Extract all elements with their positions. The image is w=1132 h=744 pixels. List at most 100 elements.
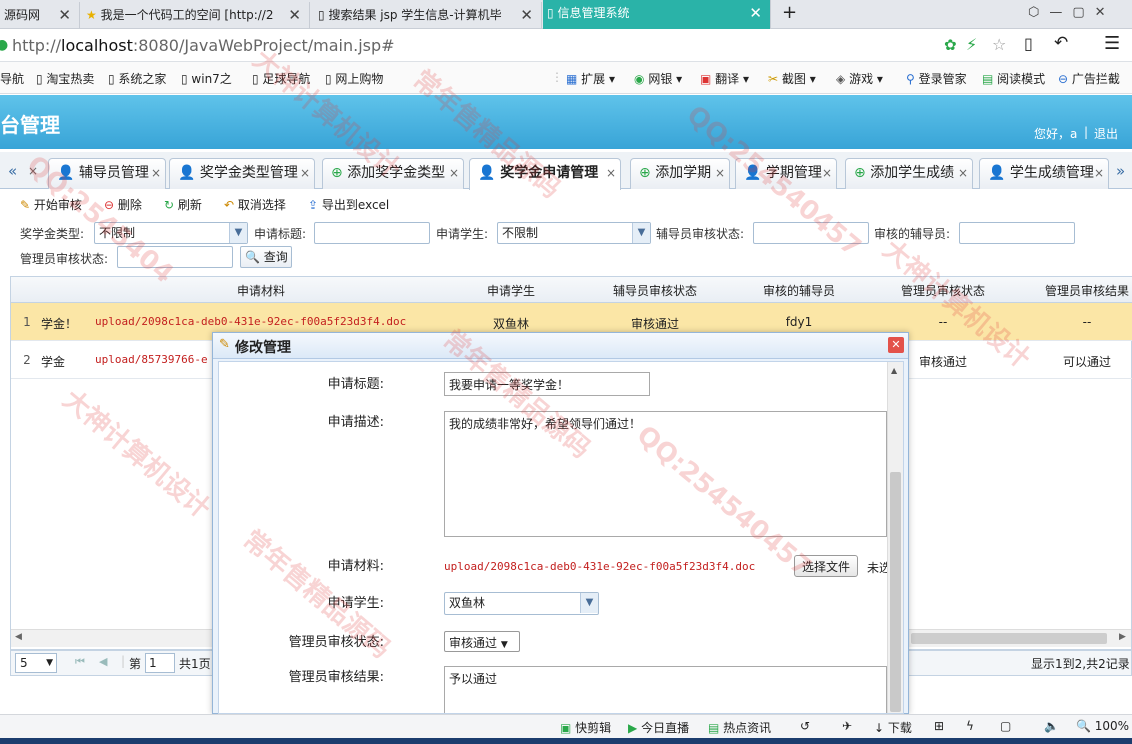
logout-link[interactable]: 退出 xyxy=(1094,125,1118,142)
scroll-right-icon: ▶ xyxy=(1119,632,1126,642)
bookmark-item[interactable]: ▯ 淘宝热卖 xyxy=(36,70,94,87)
refresh-button[interactable]: ↻ 刷新 xyxy=(164,196,202,213)
apply-file-link[interactable]: upload/2098c1ca-deb0-431e-92ec-f00a5f23d… xyxy=(444,560,755,573)
browser-tab-active[interactable]: ▯ 信息管理系统 ✕ xyxy=(543,0,771,29)
menu-icon[interactable]: ☰ xyxy=(1104,33,1120,54)
bookmark-tool[interactable]: ▦ 扩展 ▾ xyxy=(566,70,615,87)
bookmark-item[interactable]: ▯ 系统之家 xyxy=(108,70,166,87)
search-counselor-status-input[interactable] xyxy=(753,222,869,244)
tab-add-student-score[interactable]: ⊕ 添加学生成绩 × xyxy=(845,158,973,189)
close-icon[interactable]: ✕ xyxy=(888,337,904,353)
close-icon[interactable]: × xyxy=(715,159,725,188)
status-item[interactable]: ↓ 下载 xyxy=(874,719,912,736)
lightning-icon[interactable]: ⚡ xyxy=(966,35,977,54)
browser-tab[interactable]: ★ 我是一个代码工的空间 [http://2 ✕ xyxy=(82,2,310,29)
url-input[interactable]: http://localhost:8080/JavaWebProject/mai… xyxy=(12,36,395,55)
block-icon: ⊖ xyxy=(1058,72,1069,86)
apply-desc-textarea[interactable]: 我的成绩非常好，希望领导们通过！ xyxy=(444,411,887,537)
page-icon: ▯ xyxy=(547,6,554,20)
undo-icon[interactable]: ↶ xyxy=(1054,33,1068,53)
scroll-left-icon[interactable]: « xyxy=(8,162,17,180)
cancel-select-button[interactable]: ↶ 取消选择 xyxy=(224,196,286,213)
window-controls[interactable]: ⬡—▢✕ xyxy=(1028,5,1116,20)
column-header[interactable]: 管理员审核状态 xyxy=(871,282,1015,299)
search-title-input[interactable] xyxy=(314,222,430,244)
search-type-select[interactable]: 不限制 ▼ xyxy=(94,222,248,244)
status-item[interactable]: ▣ 快剪辑 xyxy=(560,719,611,736)
tab-semester-manage[interactable]: 👤 学期管理 × xyxy=(735,158,837,189)
prev-page-icon[interactable]: ◀ xyxy=(99,655,107,668)
page-number-input[interactable]: 1 xyxy=(145,653,175,673)
status-item[interactable]: ▤ 热点资讯 xyxy=(708,719,771,736)
dialog-scrollbar[interactable]: ▲ xyxy=(887,362,903,713)
close-icon[interactable]: × xyxy=(28,164,38,178)
bookmark-tool[interactable]: ◉ 网银 ▾ xyxy=(634,70,682,87)
column-header[interactable]: 辅导员审核状态 xyxy=(583,282,727,299)
bookmark-tool[interactable]: ▣ 翻译 ▾ xyxy=(700,70,749,87)
tab-add-scholarship-type[interactable]: ⊕ 添加奖学金类型 × xyxy=(322,158,464,189)
bookmark-tool[interactable]: ✂ 截图 ▾ xyxy=(768,70,816,87)
star-icon[interactable]: ☆ xyxy=(992,35,1006,54)
window-icon[interactable]: ▢ xyxy=(1000,719,1011,733)
bookmark-tool[interactable]: ⚲ 登录管家 xyxy=(906,70,967,87)
search-counselor-input[interactable] xyxy=(959,222,1075,244)
bookmark-tool[interactable]: ◈ 游戏 ▾ xyxy=(836,70,883,87)
zoom-level[interactable]: 🔍 100% xyxy=(1076,719,1129,733)
bookmark-item[interactable]: ▯ win7之 xyxy=(181,70,232,87)
scroll-right-icon[interactable]: » xyxy=(1116,162,1125,180)
tab-add-semester[interactable]: ⊕ 添加学期 × xyxy=(630,158,730,189)
close-icon[interactable]: ✕ xyxy=(288,2,301,28)
choose-file-button[interactable]: 选择文件 xyxy=(794,555,859,577)
more-icon[interactable]: ⋮ xyxy=(551,70,563,84)
tab-scholarship-apply-manage[interactable]: 👤 奖学金申请管理 × xyxy=(469,158,621,190)
layout-icon[interactable]: ⊞ xyxy=(934,719,944,733)
bookmark-tool[interactable]: ⊖ 广告拦截 xyxy=(1058,70,1120,87)
page-size-select[interactable]: 5 ▼ xyxy=(15,653,57,673)
bookmark-item[interactable]: ▯ 网上购物 xyxy=(325,70,383,87)
close-icon[interactable]: ✕ xyxy=(520,2,533,28)
query-button[interactable]: 🔍 查询 xyxy=(240,246,292,268)
cell-file-link[interactable]: upload/85739766-e xyxy=(95,353,215,366)
start-review-button[interactable]: ✎ 开始审核 xyxy=(20,196,82,213)
close-icon[interactable]: × xyxy=(1094,159,1104,188)
first-page-icon[interactable]: ⏮ xyxy=(75,655,85,669)
column-header[interactable]: 申请学生 xyxy=(439,282,583,299)
speed-icon[interactable]: ϟ xyxy=(966,719,974,733)
phone-icon[interactable]: ▯ xyxy=(1024,34,1033,53)
column-header[interactable]: 管理员审核结果 xyxy=(1015,282,1132,299)
admin-status-select[interactable]: 审核通过 ▼ xyxy=(444,631,520,652)
browser-tab[interactable]: ▯ 搜索结果 jsp 学生信息-计算机毕 ✕ xyxy=(314,2,542,29)
bookmark-item[interactable]: ▯ 足球导航 xyxy=(252,70,310,87)
gamepad-icon: ◈ xyxy=(836,72,846,86)
close-icon[interactable]: × xyxy=(606,159,616,188)
delete-button[interactable]: ⊖ 删除 xyxy=(104,196,142,213)
close-icon[interactable]: × xyxy=(958,159,968,188)
bookmark-tool[interactable]: ▤ 阅读模式 xyxy=(982,70,1045,87)
cell-file-link[interactable]: upload/2098c1ca-deb0-431e-92ec-f00a5f23d… xyxy=(95,315,435,328)
volume-icon[interactable]: 🔈 xyxy=(1044,719,1059,733)
column-header[interactable]: 审核的辅导员 xyxy=(727,282,871,299)
search-admin-status-input[interactable] xyxy=(117,246,233,268)
close-icon[interactable]: ✕ xyxy=(58,2,71,28)
search-student-select[interactable]: 不限制 ▼ xyxy=(497,222,651,244)
close-icon[interactable]: × xyxy=(822,159,832,188)
admin-result-textarea[interactable]: 予以通过 xyxy=(444,666,887,713)
export-button[interactable]: ⇪ 导出到excel xyxy=(308,196,389,213)
status-item[interactable]: ▶ 今日直播 xyxy=(628,719,689,736)
tab-counselor-manage[interactable]: 👤 辅导员管理 × xyxy=(48,158,166,189)
close-icon[interactable]: × xyxy=(300,159,310,188)
pin-icon[interactable]: ✈ xyxy=(842,719,852,733)
close-icon[interactable]: ✕ xyxy=(749,0,762,26)
browser-tab[interactable]: 源码网 ✕ xyxy=(0,2,80,29)
bookmark-item[interactable]: 导航 xyxy=(0,70,24,87)
tab-student-score-manage[interactable]: 👤 学生成绩管理 × xyxy=(979,158,1109,189)
column-header[interactable]: 申请材料 xyxy=(161,282,361,299)
close-icon[interactable]: × xyxy=(449,159,459,188)
tab-scholarship-type-manage[interactable]: 👤 奖学金类型管理 × xyxy=(169,158,315,189)
student-select[interactable]: 双鱼林 ▼ xyxy=(444,592,599,615)
new-tab-button[interactable]: + xyxy=(782,2,797,23)
apply-title-input[interactable]: 我要申请一等奖学金！ xyxy=(444,372,650,396)
shield-icon[interactable]: ✿ xyxy=(944,36,957,54)
history-icon[interactable]: ↺ xyxy=(800,719,810,733)
close-icon[interactable]: × xyxy=(151,159,161,188)
